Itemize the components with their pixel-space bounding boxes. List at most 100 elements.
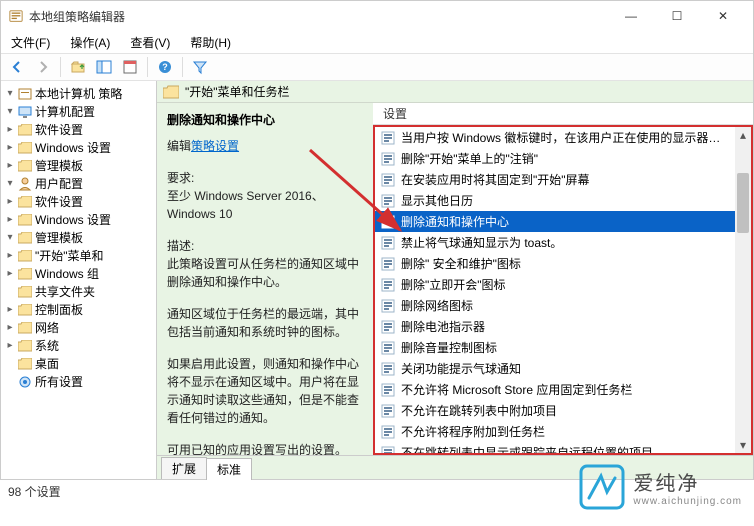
tree-computer-config[interactable]: 计算机配置 (35, 103, 95, 121)
expand-icon[interactable]: ▾ (5, 175, 15, 193)
tree-item[interactable]: 共享文件夹 (35, 283, 95, 301)
tree-item[interactable]: 软件设置 (35, 121, 83, 139)
help-button[interactable]: ? (153, 55, 177, 79)
tree-item[interactable]: 管理模板 (35, 229, 83, 247)
settings-row[interactable]: 当用户按 Windows 徽标键时，在该用户正在使用的显示器… (375, 127, 735, 148)
tree-item[interactable]: 控制面板 (35, 301, 83, 319)
menu-file[interactable]: 文件(F) (7, 32, 54, 53)
settings-row[interactable]: 删除电池指示器 (375, 316, 735, 337)
settings-row-label: 显示其他日历 (401, 192, 473, 209)
policy-item-icon (381, 299, 395, 313)
settings-row[interactable]: 删除"立即开会"图标 (375, 274, 735, 295)
expand-icon[interactable]: ▸ (5, 319, 15, 337)
tree-pane[interactable]: ▾ 本地计算机 策略 ▾ 计算机配置 ▸ 软件设置 ▸ Windows 设置 ▸ 管理模板… (1, 81, 157, 479)
settings-row[interactable]: 不允许在跳转列表中附加项目 (375, 400, 735, 421)
settings-row[interactable]: 删除" 安全和维护"图标 (375, 253, 735, 274)
folder-icon (17, 339, 33, 353)
policy-item-icon (381, 278, 395, 292)
detail-pane: 删除通知和操作中心 编辑策略设置 要求: 至少 Windows Server 2… (157, 103, 373, 455)
settings-row[interactable]: 在安装应用时将其固定到"开始"屏幕 (375, 169, 735, 190)
tree-item[interactable]: 软件设置 (35, 193, 83, 211)
minimize-button[interactable]: — (609, 2, 653, 30)
properties-button[interactable] (118, 55, 142, 79)
settings-row[interactable]: 显示其他日历 (375, 190, 735, 211)
settings-list[interactable]: 当用户按 Windows 徽标键时，在该用户正在使用的显示器… 删除"开始"菜单上… (373, 125, 753, 455)
folder-icon (17, 123, 33, 137)
policy-heading: 删除通知和操作中心 (167, 111, 363, 129)
policy-item-icon (381, 383, 395, 397)
expand-icon[interactable]: ▾ (5, 229, 15, 247)
tree-item[interactable]: 系统 (35, 337, 59, 355)
close-button[interactable]: ✕ (701, 2, 745, 30)
expand-icon[interactable]: ▸ (5, 247, 15, 265)
tab-extended[interactable]: 扩展 (161, 457, 207, 479)
back-button[interactable] (5, 55, 29, 79)
tree-root[interactable]: 本地计算机 策略 (35, 85, 122, 103)
edit-policy-link[interactable]: 策略设置 (191, 139, 239, 153)
expand-icon[interactable]: ▸ (5, 337, 15, 355)
watermark-logo-icon (579, 464, 625, 510)
folder-icon (17, 195, 33, 209)
vertical-scrollbar[interactable]: ▴ ▾ (735, 127, 751, 453)
menu-help[interactable]: 帮助(H) (186, 32, 235, 53)
description-text: 通知区域位于任务栏的最远端，其中包括当前通知和系统时钟的图标。 (167, 305, 363, 341)
title-bar: 本地组策略编辑器 — ☐ ✕ (1, 1, 753, 31)
tab-standard[interactable]: 标准 (206, 458, 252, 480)
watermark: 爱纯净 www.aichunjing.com (579, 464, 742, 510)
user-icon (17, 177, 33, 191)
settings-row-label: 删除网络图标 (401, 297, 473, 314)
settings-row[interactable]: 删除网络图标 (375, 295, 735, 316)
policy-icon (17, 87, 33, 101)
expand-icon[interactable]: ▸ (5, 265, 15, 283)
tree-item[interactable]: Windows 设置 (35, 211, 111, 229)
tree-item[interactable]: Windows 设置 (35, 139, 111, 157)
show-hide-tree-button[interactable] (92, 55, 116, 79)
policy-item-icon (381, 446, 395, 456)
folder-icon (17, 159, 33, 173)
expand-icon[interactable]: ▸ (5, 193, 15, 211)
up-button[interactable] (66, 55, 90, 79)
settings-row[interactable]: 不允许将 Microsoft Store 应用固定到任务栏 (375, 379, 735, 400)
filter-button[interactable] (188, 55, 212, 79)
forward-button[interactable] (31, 55, 55, 79)
expand-icon[interactable]: ▾ (5, 103, 15, 121)
settings-row[interactable]: 不在跳转列表中显示或跟踪来自远程位置的项目 (375, 442, 735, 455)
settings-row[interactable]: 删除"开始"菜单上的"注销" (375, 148, 735, 169)
scroll-up-icon[interactable]: ▴ (735, 127, 751, 143)
menu-action[interactable]: 操作(A) (66, 32, 114, 53)
expand-icon[interactable]: ▸ (5, 157, 15, 175)
settings-row[interactable]: 删除通知和操作中心 (375, 211, 735, 232)
settings-row-label: 删除音量控制图标 (401, 339, 497, 356)
scroll-down-icon[interactable]: ▾ (735, 437, 751, 453)
settings-row-label: 不在跳转列表中显示或跟踪来自远程位置的项目 (401, 444, 653, 455)
tree-item[interactable]: "开始"菜单和 (35, 247, 104, 265)
settings-row[interactable]: 关闭功能提示气球通知 (375, 358, 735, 379)
scroll-thumb[interactable] (737, 173, 749, 233)
expand-icon[interactable]: ▸ (5, 211, 15, 229)
tree-user-config[interactable]: 用户配置 (35, 175, 83, 193)
settings-row-label: 删除电池指示器 (401, 318, 485, 335)
expand-icon[interactable]: ▾ (5, 85, 15, 103)
maximize-button[interactable]: ☐ (655, 2, 699, 30)
expand-icon[interactable]: ▸ (5, 301, 15, 319)
settings-row[interactable]: 不允许将程序附加到任务栏 (375, 421, 735, 442)
description-text: 如果启用此设置，则通知和操作中心将不显示在通知区域中。用户将在显示通知时读取这些… (167, 355, 363, 427)
computer-icon (17, 105, 33, 119)
settings-row-label: 禁止将气球通知显示为 toast。 (401, 234, 562, 251)
policy-item-icon (381, 152, 395, 166)
settings-row-label: 删除"立即开会"图标 (401, 276, 506, 293)
tree-item[interactable]: 所有设置 (35, 373, 83, 391)
tree-item[interactable]: 管理模板 (35, 157, 83, 175)
settings-row-label: 删除"开始"菜单上的"注销" (401, 150, 538, 167)
expand-icon[interactable]: ▸ (5, 139, 15, 157)
tree-item[interactable]: 网络 (35, 319, 59, 337)
tree-item[interactable]: 桌面 (35, 355, 59, 373)
settings-row-label: 不允许将程序附加到任务栏 (401, 423, 545, 440)
menu-view[interactable]: 查看(V) (126, 32, 174, 53)
tree-item[interactable]: Windows 组 (35, 265, 99, 283)
expand-icon[interactable]: ▸ (5, 121, 15, 139)
settings-row[interactable]: 删除音量控制图标 (375, 337, 735, 358)
folder-icon (163, 85, 179, 99)
settings-column-header[interactable]: 设置 (373, 103, 753, 125)
settings-row[interactable]: 禁止将气球通知显示为 toast。 (375, 232, 735, 253)
